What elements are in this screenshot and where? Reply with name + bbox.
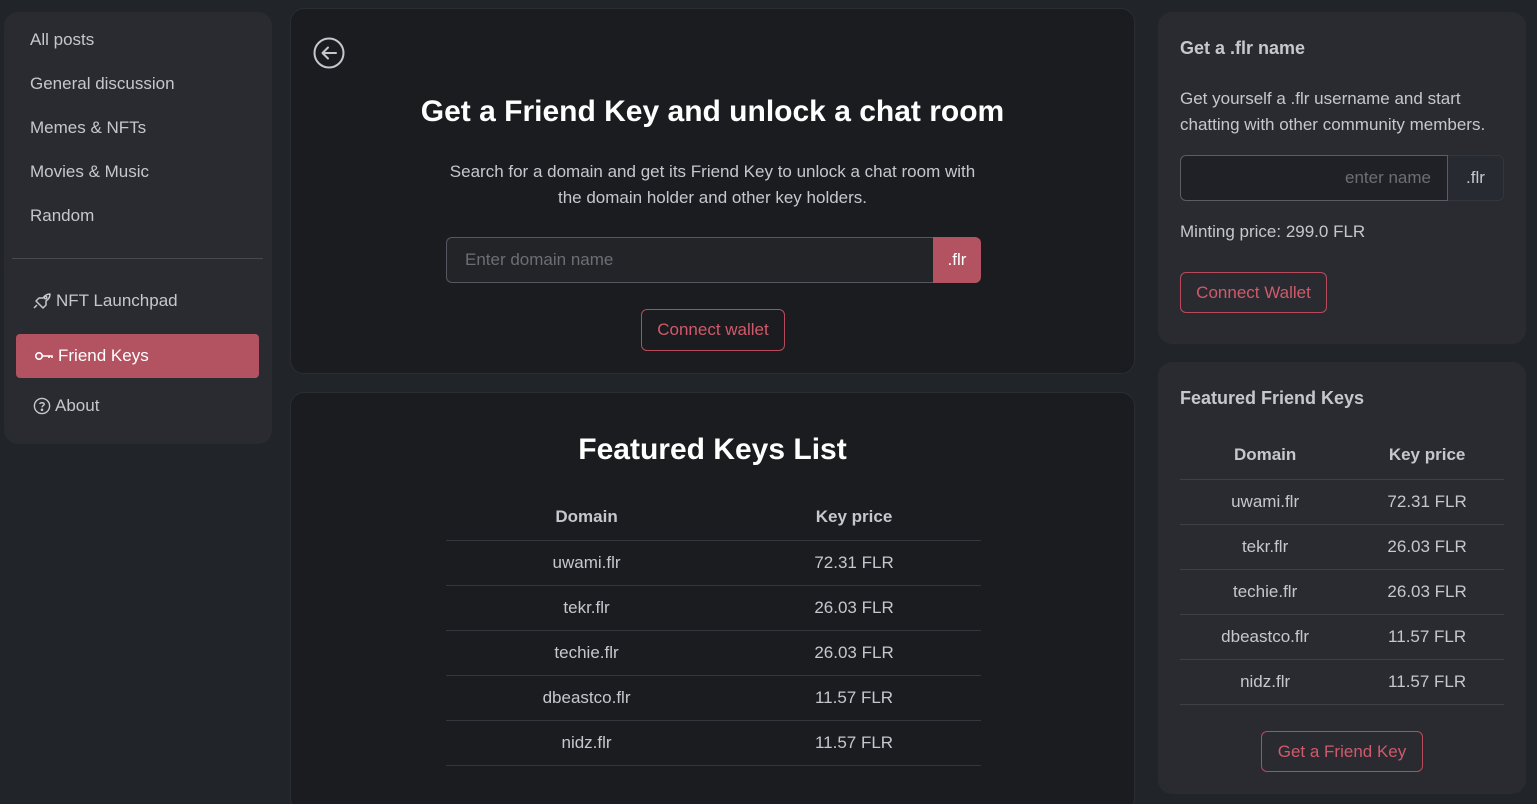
sidebar-item-label: Memes & NFTs	[30, 118, 147, 137]
sidebar-item-general-discussion[interactable]: General discussion	[30, 74, 175, 94]
table-row[interactable]: tekr.flr 26.03 FLR	[1180, 524, 1504, 570]
domain-cell: techie.flr	[1180, 569, 1351, 615]
sidebar-item-label: Movies & Music	[30, 162, 150, 181]
rocket-icon	[32, 292, 52, 310]
sidebar-item-about[interactable]: About	[33, 396, 99, 416]
featured-keys-card: Featured Keys List Domain Key price uwam…	[290, 392, 1135, 804]
sidebar-item-label: General discussion	[30, 74, 175, 93]
domain-cell: dbeastco.flr	[446, 675, 728, 721]
domain-cell: dbeastco.flr	[1180, 614, 1351, 660]
price-cell: 11.57 FLR	[727, 720, 981, 766]
domain-cell: nidz.flr	[446, 720, 728, 766]
price-cell: 26.03 FLR	[727, 585, 981, 631]
sidebar-item-nft-launchpad[interactable]: NFT Launchpad	[32, 291, 178, 311]
name-input-group: .flr	[1180, 155, 1504, 201]
table-row[interactable]: uwami.flr 72.31 FLR	[446, 540, 981, 586]
key-icon	[34, 349, 54, 363]
sidebar-item-friend-keys[interactable]: Friend Keys	[16, 334, 259, 378]
sidebar: All posts General discussion Memes & NFT…	[4, 12, 272, 444]
table-header-row: Domain Key price	[1180, 432, 1504, 480]
domain-search-input[interactable]	[446, 237, 933, 283]
domain-search-group: .flr	[446, 237, 981, 283]
get-friend-key-button[interactable]: Get a Friend Key	[1261, 731, 1423, 772]
get-flr-name-card: Get a .flr name Get yourself a .flr user…	[1158, 12, 1526, 344]
flr-name-description: Get yourself a .flr username and start c…	[1180, 89, 1486, 134]
hero-description: Search for a domain and get its Friend K…	[449, 162, 976, 207]
name-input[interactable]	[1180, 155, 1448, 201]
domain-cell: techie.flr	[446, 630, 728, 676]
sidebar-item-label: About	[55, 396, 100, 415]
domain-cell: uwami.flr	[446, 540, 728, 586]
friend-key-search-card: Get a Friend Key and unlock a chat room …	[290, 8, 1135, 374]
arrow-left-circle-icon	[313, 37, 345, 69]
sidebar-item-label: Random	[30, 206, 95, 225]
table-row[interactable]: dbeastco.flr 11.57 FLR	[1180, 614, 1504, 660]
back-button[interactable]	[313, 37, 345, 69]
page: All posts General discussion Memes & NFT…	[0, 0, 1537, 804]
name-suffix: .flr	[1448, 155, 1504, 201]
featured-friend-keys-card: Featured Friend Keys Domain Key price uw…	[1158, 362, 1526, 794]
sidebar-item-label: NFT Launchpad	[56, 291, 178, 310]
sidebar-item-label: Friend Keys	[58, 346, 149, 365]
domain-suffix: .flr	[933, 237, 981, 283]
sidebar-item-label: All posts	[30, 30, 95, 49]
sidebar-item-all-posts[interactable]: All posts	[30, 30, 94, 50]
price-cell: 72.31 FLR	[727, 540, 981, 586]
featured-friend-keys-table: Domain Key price uwami.flr 72.31 FLR tek…	[1180, 432, 1504, 705]
table-header-row: Domain Key price	[446, 495, 981, 541]
sidebar-divider	[12, 258, 263, 259]
sidebar-item-memes-nfts[interactable]: Memes & NFTs	[30, 118, 146, 138]
price-cell: 11.57 FLR	[1350, 659, 1504, 705]
connect-wallet-button[interactable]: Connect wallet	[641, 309, 785, 351]
flr-name-title: Get a .flr name	[1180, 38, 1306, 58]
domain-cell: tekr.flr	[1180, 524, 1351, 570]
featured-keys-table: Domain Key price uwami.flr 72.31 FLR tek…	[446, 495, 981, 766]
column-header-key-price: Key price	[727, 495, 981, 541]
table-row[interactable]: techie.flr 26.03 FLR	[1180, 569, 1504, 615]
featured-friend-keys-title: Featured Friend Keys	[1180, 388, 1365, 408]
price-cell: 26.03 FLR	[1350, 569, 1504, 615]
column-header-key-price: Key price	[1350, 432, 1504, 480]
featured-keys-title: Featured Keys List	[578, 433, 847, 466]
page-title: Get a Friend Key and unlock a chat room	[420, 95, 1005, 128]
table-row[interactable]: uwami.flr 72.31 FLR	[1180, 479, 1504, 525]
sidebar-item-random[interactable]: Random	[30, 206, 94, 226]
column-header-domain: Domain	[446, 495, 728, 541]
connect-wallet-side-button[interactable]: Connect Wallet	[1180, 272, 1327, 313]
domain-cell: uwami.flr	[1180, 479, 1351, 525]
sidebar-item-movies-music[interactable]: Movies & Music	[30, 162, 149, 182]
table-row[interactable]: nidz.flr 11.57 FLR	[446, 720, 981, 766]
price-cell: 11.57 FLR	[1350, 614, 1504, 660]
price-cell: 26.03 FLR	[727, 630, 981, 676]
domain-cell: tekr.flr	[446, 585, 728, 631]
table-row[interactable]: techie.flr 26.03 FLR	[446, 630, 981, 676]
column-header-domain: Domain	[1180, 432, 1351, 480]
domain-cell: nidz.flr	[1180, 659, 1351, 705]
table-row[interactable]: dbeastco.flr 11.57 FLR	[446, 675, 981, 721]
help-circle-icon	[33, 397, 51, 415]
price-cell: 11.57 FLR	[727, 675, 981, 721]
table-row[interactable]: nidz.flr 11.57 FLR	[1180, 659, 1504, 705]
minting-price: Minting price: 299.0 FLR	[1180, 222, 1366, 241]
price-cell: 26.03 FLR	[1350, 524, 1504, 570]
price-cell: 72.31 FLR	[1350, 479, 1504, 525]
table-row[interactable]: tekr.flr 26.03 FLR	[446, 585, 981, 631]
